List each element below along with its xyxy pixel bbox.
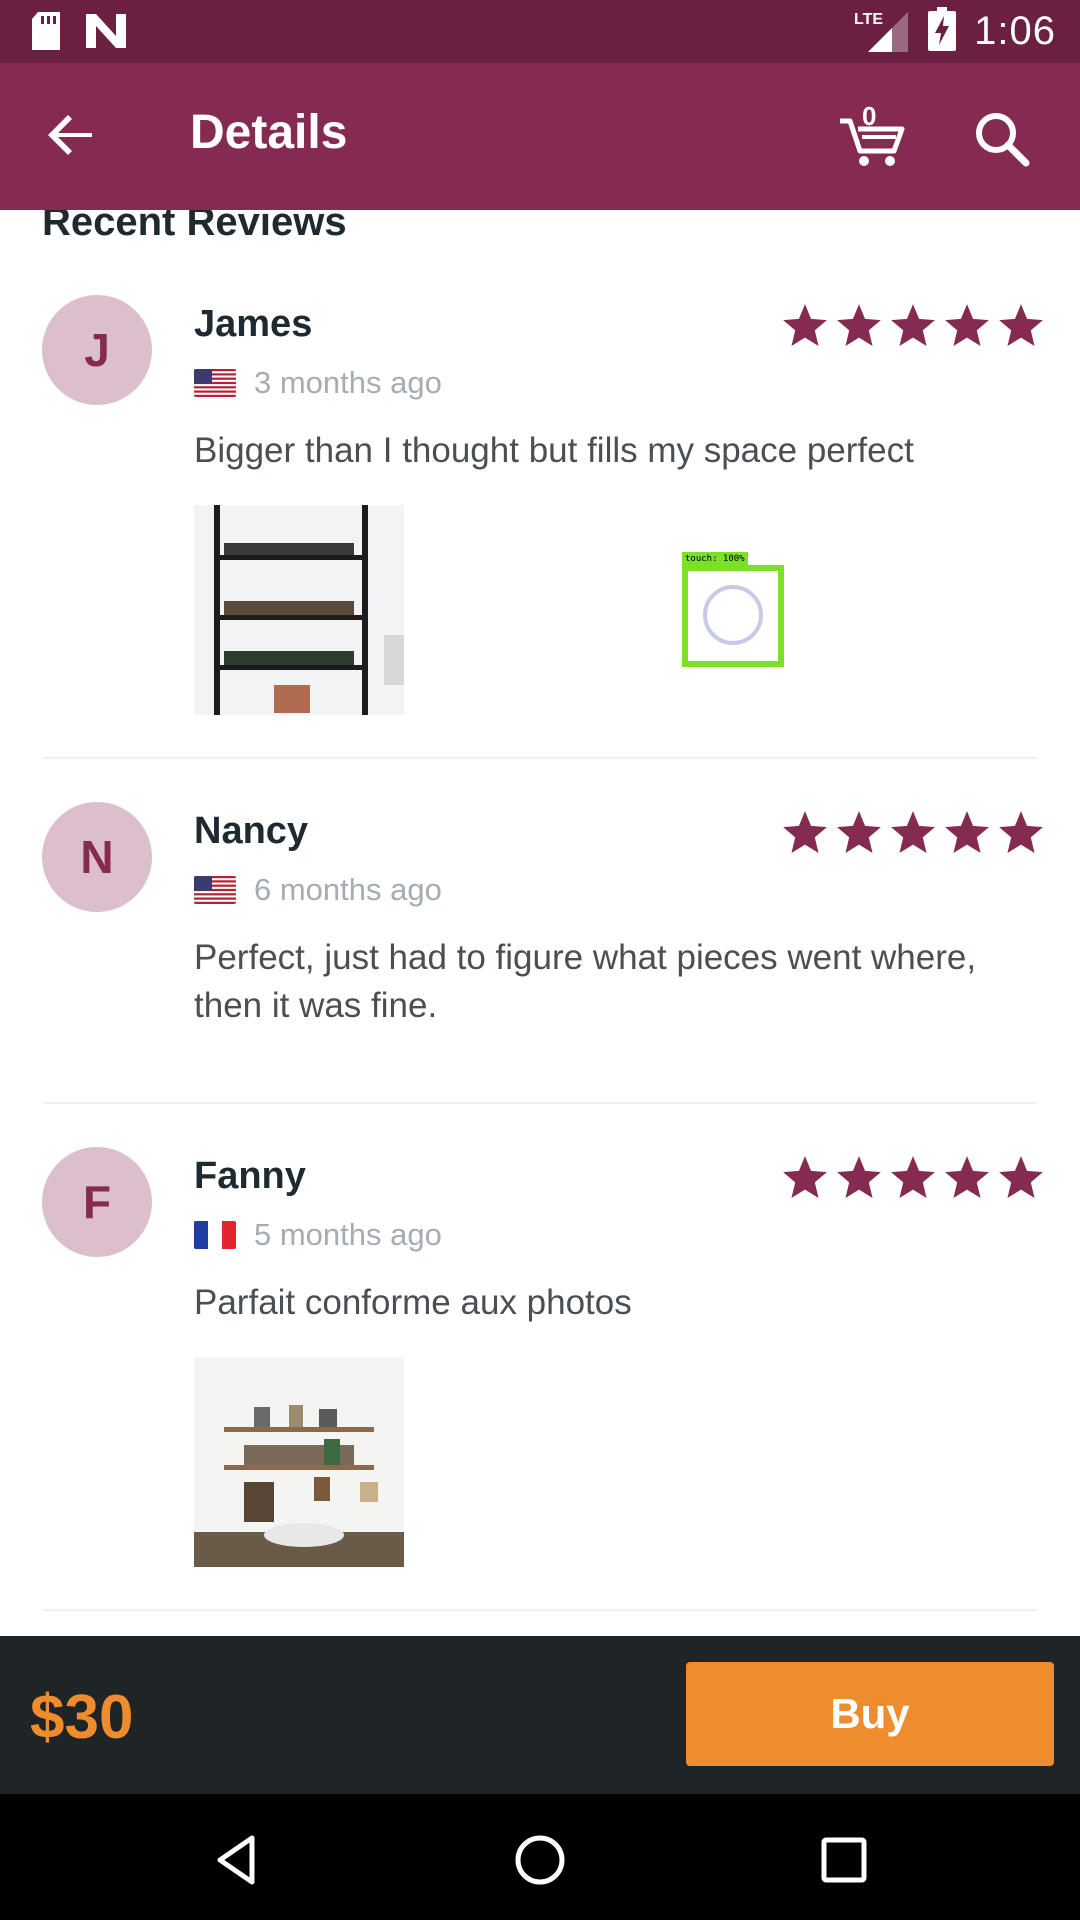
- back-arrow-icon[interactable]: [40, 103, 104, 167]
- star-icon: [945, 1156, 989, 1198]
- avatar: F: [42, 1147, 152, 1257]
- touch-indicator-label: touch: 100%: [682, 552, 748, 566]
- nav-back-icon[interactable]: [206, 1830, 266, 1890]
- star-icon: [783, 1156, 827, 1198]
- star-rating: [780, 301, 1046, 351]
- review-item: F Fanny 5 months ago Parfait conforme au…: [42, 1147, 1043, 1567]
- reviewer-name: Fanny: [194, 1155, 306, 1197]
- star-icon: [999, 811, 1043, 853]
- divider: [42, 1102, 1038, 1104]
- status-bar: LTE 1:06: [0, 0, 1080, 63]
- star-icon: [783, 304, 827, 346]
- page-title: Details: [190, 106, 348, 159]
- star-icon: [999, 1156, 1043, 1198]
- reviewer-name: James: [194, 303, 313, 345]
- flag-us-icon: [194, 369, 236, 397]
- svg-text:LTE: LTE: [854, 11, 883, 28]
- sd-card-icon: [30, 12, 62, 55]
- price: $30: [30, 1683, 134, 1752]
- cart-count-badge: 0: [862, 101, 877, 131]
- star-rating: [780, 808, 1046, 858]
- review-date: 6 months ago: [254, 872, 442, 907]
- divider: [42, 757, 1038, 759]
- star-icon: [945, 811, 989, 853]
- buy-button[interactable]: Buy: [686, 1662, 1054, 1766]
- reviewer-name: Nancy: [194, 810, 309, 852]
- review-photo[interactable]: [194, 1357, 404, 1567]
- avatar: N: [42, 802, 152, 912]
- lte-signal-icon: LTE: [854, 6, 910, 57]
- touch-indicator-circle: [703, 585, 763, 645]
- star-icon: [783, 811, 827, 853]
- review-date: 5 months ago: [254, 1217, 442, 1252]
- star-icon: [945, 304, 989, 346]
- star-icon: [999, 304, 1043, 346]
- flag-fr-icon: [194, 1221, 236, 1249]
- system-nav-bar: [0, 1794, 1080, 1920]
- search-icon[interactable]: [970, 107, 1034, 171]
- star-rating: [780, 1153, 1046, 1203]
- review-text: Bigger than I thought but fills my space…: [194, 431, 914, 470]
- status-time: 1:06: [974, 9, 1056, 53]
- star-icon: [891, 304, 935, 346]
- review-photo[interactable]: [194, 505, 404, 715]
- battery-charging-icon: [928, 7, 957, 56]
- divider: [42, 1609, 1038, 1611]
- flag-us-icon: [194, 876, 236, 904]
- review-item: J James 3 months ago Bigger than I thoug…: [42, 295, 1043, 715]
- app-bar: Details 0: [0, 63, 1080, 210]
- star-icon: [837, 1156, 881, 1198]
- star-icon: [891, 811, 935, 853]
- section-title: Recent Reviews: [42, 210, 347, 244]
- nav-recents-icon[interactable]: [814, 1830, 874, 1890]
- review-item: N Nancy 6 months ago Perfect, just had t…: [42, 802, 1043, 1052]
- n-icon: [86, 14, 126, 53]
- avatar: J: [42, 295, 152, 405]
- review-date: 3 months ago: [254, 365, 442, 400]
- purchase-bar: $30 Buy: [0, 1636, 1080, 1794]
- star-icon: [891, 1156, 935, 1198]
- review-text: Parfait conforme aux photos: [194, 1283, 632, 1322]
- review-text: Perfect, just had to figure what pieces …: [194, 938, 977, 1025]
- star-icon: [837, 811, 881, 853]
- star-icon: [837, 304, 881, 346]
- reviews-content[interactable]: Recent Reviews J James 3 months ago Bigg…: [0, 210, 1080, 1636]
- nav-home-icon[interactable]: [510, 1830, 570, 1890]
